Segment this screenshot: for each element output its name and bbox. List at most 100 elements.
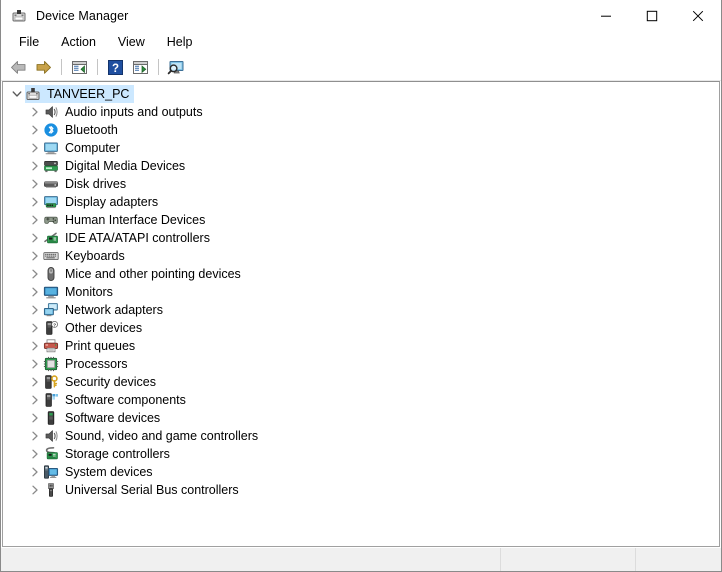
chevron-right-icon[interactable] [27,482,43,498]
bluetooth-icon [43,122,59,138]
close-button[interactable] [675,0,721,31]
tree-row-processors[interactable]: Processors [3,355,719,373]
chevron-down-icon[interactable] [9,86,25,102]
tree-item-label: Keyboards [65,249,125,263]
tree-item-hit[interactable]: ? Other devices [43,319,147,337]
tree-item-hit[interactable]: Universal Serial Bus controllers [43,481,244,499]
tree-row-system-devices[interactable]: System devices [3,463,719,481]
chevron-right-icon[interactable] [27,464,43,480]
tree-row-ide-ata-atapi-controllers[interactable]: IDE ATA/ATAPI controllers [3,229,719,247]
tree-row-root[interactable]: TANVEER_PC [3,85,719,103]
tree-item-hit[interactable]: Print queues [43,337,140,355]
chevron-right-icon[interactable] [27,176,43,192]
tree-row-sound-video-and-game-controllers[interactable]: Sound, video and game controllers [3,427,719,445]
tree-item-hit[interactable]: Mice and other pointing devices [43,265,246,283]
tree-row-audio-inputs-and-outputs[interactable]: Audio inputs and outputs [3,103,719,121]
tree-item-label: Mice and other pointing devices [65,267,241,281]
minimize-button[interactable] [583,0,629,31]
tree-item-hit[interactable]: Keyboards [43,247,130,265]
menu-item-file[interactable]: File [8,33,50,53]
svg-text:?: ? [111,62,118,74]
printer-icon [43,338,59,354]
chevron-right-icon[interactable] [27,158,43,174]
chevron-right-icon[interactable] [27,230,43,246]
svg-text:?: ? [53,322,56,327]
chevron-right-icon[interactable] [27,284,43,300]
status-pane-secondary [501,548,636,571]
tree-row-mice-and-other-pointing-devices[interactable]: Mice and other pointing devices [3,265,719,283]
tree-item-hit[interactable]: Display adapters [43,193,163,211]
help-button[interactable]: ? [103,56,127,78]
tree-row-print-queues[interactable]: Print queues [3,337,719,355]
chevron-right-icon[interactable] [27,212,43,228]
tree-row-software-devices[interactable]: Software devices [3,409,719,427]
tree-row-bluetooth[interactable]: Bluetooth [3,121,719,139]
chevron-right-icon[interactable] [27,356,43,372]
tree-root-selected[interactable]: TANVEER_PC [25,85,135,103]
tree-row-network-adapters[interactable]: Network adapters [3,301,719,319]
tree-item-hit[interactable]: Software components [43,391,191,409]
chevron-right-icon[interactable] [27,194,43,210]
back-button[interactable] [6,56,30,78]
tree-row-software-components[interactable]: Software components [3,391,719,409]
tree-item-hit[interactable]: System devices [43,463,158,481]
tree-item-hit[interactable]: Digital Media Devices [43,157,190,175]
disk-drive-icon [43,176,59,192]
chevron-right-icon[interactable] [27,248,43,264]
tree-row-display-adapters[interactable]: Display adapters [3,193,719,211]
tree-item-label: Disk drives [65,177,127,191]
help-question-icon: ? [107,59,123,75]
properties-window-icon [71,60,88,75]
chevron-right-icon[interactable] [27,122,43,138]
tree-item-hit[interactable]: Sound, video and game controllers [43,427,263,445]
tree-row-other-devices[interactable]: ? Other devices [3,319,719,337]
chevron-right-icon[interactable] [27,446,43,462]
chevron-right-icon[interactable] [27,140,43,156]
chevron-right-icon[interactable] [27,392,43,408]
chevron-right-icon[interactable] [27,374,43,390]
chevron-right-icon[interactable] [27,104,43,120]
tree-row-disk-drives[interactable]: Disk drives [3,175,719,193]
maximize-button[interactable] [629,0,675,31]
update-driver-icon [132,60,149,75]
chevron-right-icon[interactable] [27,302,43,318]
tree-row-digital-media-devices[interactable]: Digital Media Devices [3,157,719,175]
tree-item-hit[interactable]: Monitors [43,283,118,301]
tree-item-hit[interactable]: Security devices [43,373,161,391]
tree-item-hit[interactable]: Bluetooth [43,121,123,139]
tree-row-computer[interactable]: Computer [3,139,719,157]
properties-button[interactable] [67,56,91,78]
device-tree-panel[interactable]: TANVEER_PC Audio inputs and outputs Blue… [2,81,720,547]
status-bar [1,547,721,571]
chevron-right-icon[interactable] [27,410,43,426]
tree-item-hit[interactable]: Storage controllers [43,445,175,463]
menu-item-help[interactable]: Help [156,33,204,53]
tree-row-human-interface-devices[interactable]: Human Interface Devices [3,211,719,229]
tree-item-hit[interactable]: Audio inputs and outputs [43,103,208,121]
chevron-right-icon[interactable] [27,266,43,282]
chevron-right-icon[interactable] [27,320,43,336]
tree-item-hit[interactable]: Computer [43,139,125,157]
update-driver-button[interactable] [128,56,152,78]
chevron-right-icon[interactable] [27,428,43,444]
tree-row-storage-controllers[interactable]: Storage controllers [3,445,719,463]
tree-item-hit[interactable]: Network adapters [43,301,168,319]
tree-item-label: Human Interface Devices [65,213,206,227]
menu-item-view[interactable]: View [107,33,156,53]
tree-item-label: IDE ATA/ATAPI controllers [65,231,210,245]
tree-item-hit[interactable]: Disk drives [43,175,131,193]
tree-item-label: Display adapters [65,195,159,209]
tree-item-label: Other devices [65,321,143,335]
tree-item-hit[interactable]: IDE ATA/ATAPI controllers [43,229,215,247]
tree-row-monitors[interactable]: Monitors [3,283,719,301]
menu-item-action[interactable]: Action [50,33,107,53]
scan-hardware-button[interactable] [164,56,188,78]
tree-row-security-devices[interactable]: Security devices [3,373,719,391]
tree-row-universal-serial-bus-controllers[interactable]: Universal Serial Bus controllers [3,481,719,499]
tree-row-keyboards[interactable]: Keyboards [3,247,719,265]
chevron-right-icon[interactable] [27,338,43,354]
tree-item-hit[interactable]: Software devices [43,409,165,427]
tree-item-hit[interactable]: Processors [43,355,133,373]
tree-item-hit[interactable]: Human Interface Devices [43,211,210,229]
forward-button[interactable] [31,56,55,78]
